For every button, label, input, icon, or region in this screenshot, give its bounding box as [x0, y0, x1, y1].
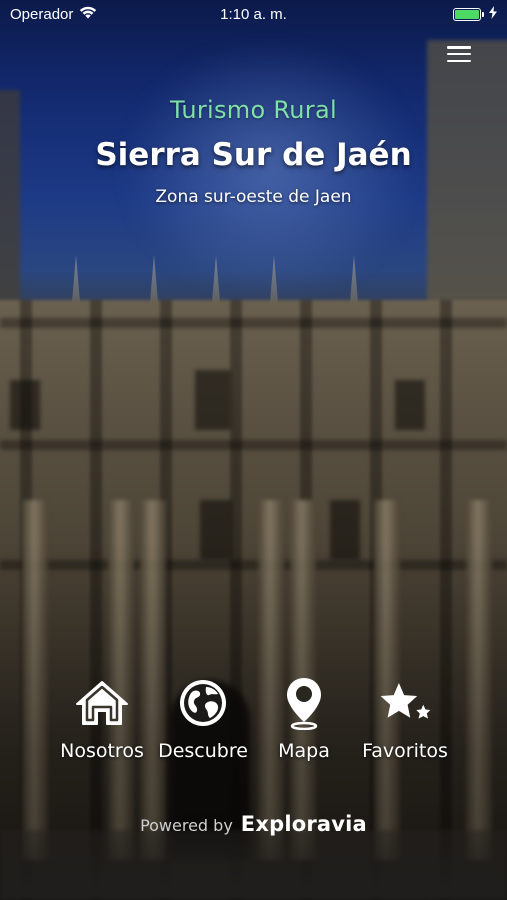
- header: Turismo Rural Sierra Sur de Jaén Zona su…: [0, 96, 507, 207]
- nav-item-nosotros[interactable]: Nosotros: [52, 676, 152, 776]
- nav-label: Favoritos: [362, 740, 448, 762]
- ledge: [0, 318, 507, 328]
- ledge: [0, 440, 507, 450]
- window: [10, 380, 40, 430]
- status-right: [453, 5, 497, 23]
- powered-by-label: Powered by: [140, 816, 233, 835]
- nav-label: Descubre: [158, 740, 248, 762]
- carrier-label: Operador: [10, 5, 74, 23]
- hamburger-menu-icon[interactable]: [447, 44, 471, 64]
- battery-fill: [455, 9, 479, 19]
- menu-line: [447, 46, 471, 49]
- status-bar: Operador 1:10 a. m.: [0, 0, 507, 28]
- app-subtitle: Turismo Rural: [170, 96, 337, 124]
- nav-label: Mapa: [278, 740, 330, 762]
- powered-by: Powered by Exploravia: [0, 812, 507, 836]
- main-nav: Nosotros Descubre Mapa Favoritos: [52, 676, 455, 776]
- home-icon: [75, 676, 129, 730]
- app-tagline: Zona sur-oeste de Jaen: [155, 187, 352, 207]
- stars-icon: [378, 676, 432, 730]
- menu-line: [447, 59, 471, 62]
- battery-icon: [453, 7, 484, 21]
- nav-item-descubre[interactable]: Descubre: [153, 676, 253, 776]
- window: [195, 370, 231, 430]
- brand-logo[interactable]: Exploravia: [241, 812, 367, 836]
- nav-item-mapa[interactable]: Mapa: [254, 676, 354, 776]
- status-left: Operador: [10, 6, 97, 23]
- nav-label: Nosotros: [60, 740, 144, 762]
- charging-bolt-icon: [489, 5, 497, 23]
- map-pin-icon: [277, 676, 331, 730]
- window: [395, 380, 425, 430]
- nav-item-favoritos[interactable]: Favoritos: [355, 676, 455, 776]
- app-title: Sierra Sur de Jaén: [95, 137, 412, 173]
- menu-line: [447, 52, 471, 56]
- wifi-icon: [79, 6, 97, 23]
- globe-icon: [176, 676, 230, 730]
